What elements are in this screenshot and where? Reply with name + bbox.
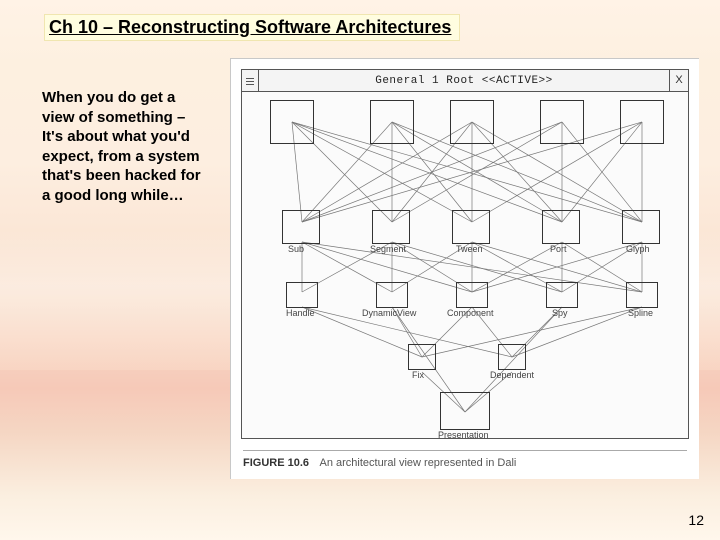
figure-caption: FIGURE 10.6 An architectural view repres… — [243, 450, 687, 469]
node-label: Fix — [412, 370, 424, 380]
graph-node — [376, 282, 408, 308]
graph-node — [498, 344, 526, 370]
figure-caption-text: An architectural view represented in Dal… — [319, 457, 516, 469]
node-label: Spline — [628, 308, 653, 318]
figure-window-titlebar: General 1 Root <<ACTIVE>> X — [241, 69, 689, 93]
node-label: Glyph — [626, 244, 650, 254]
figure-panel: General 1 Root <<ACTIVE>> X — [230, 58, 699, 479]
window-grip-icon — [242, 70, 259, 92]
node-label: Spy — [552, 308, 568, 318]
node-label: DynamicView — [362, 308, 416, 318]
node-label: Segment — [370, 244, 406, 254]
graph-node — [456, 282, 488, 308]
node-label: Component — [447, 308, 494, 318]
node-label: Presentation — [438, 430, 489, 439]
node-label: Dependent — [490, 370, 534, 380]
figure-graph-area: Sub Segment Tween Port Glyph Handle Dyna… — [241, 91, 689, 439]
slide-title: Ch 10 – Reconstructing Software Architec… — [49, 17, 451, 37]
node-label: Tween — [456, 244, 483, 254]
graph-node — [542, 210, 580, 244]
graph-node — [622, 210, 660, 244]
title-box: Ch 10 – Reconstructing Software Architec… — [44, 14, 460, 41]
slide: Ch 10 – Reconstructing Software Architec… — [0, 0, 720, 540]
graph-node — [370, 100, 414, 144]
node-label: Port — [550, 244, 567, 254]
graph-node — [286, 282, 318, 308]
graph-node — [372, 210, 410, 244]
node-label: Sub — [288, 244, 304, 254]
graph-node — [452, 210, 490, 244]
graph-node — [450, 100, 494, 144]
graph-node — [620, 100, 664, 144]
close-icon[interactable]: X — [669, 70, 688, 92]
graph-node — [440, 392, 490, 430]
graph-node — [540, 100, 584, 144]
graph-node — [626, 282, 658, 308]
body-text: When you do get a view of something – It… — [42, 88, 207, 205]
graph-node — [408, 344, 436, 370]
page-number: 12 — [688, 512, 704, 528]
figure-caption-label: FIGURE 10.6 — [243, 457, 309, 469]
graph-node — [282, 210, 320, 244]
figure-window-title: General 1 Root <<ACTIVE>> — [259, 75, 669, 87]
graph-node — [546, 282, 578, 308]
graph-node — [270, 100, 314, 144]
node-label: Handle — [286, 308, 315, 318]
